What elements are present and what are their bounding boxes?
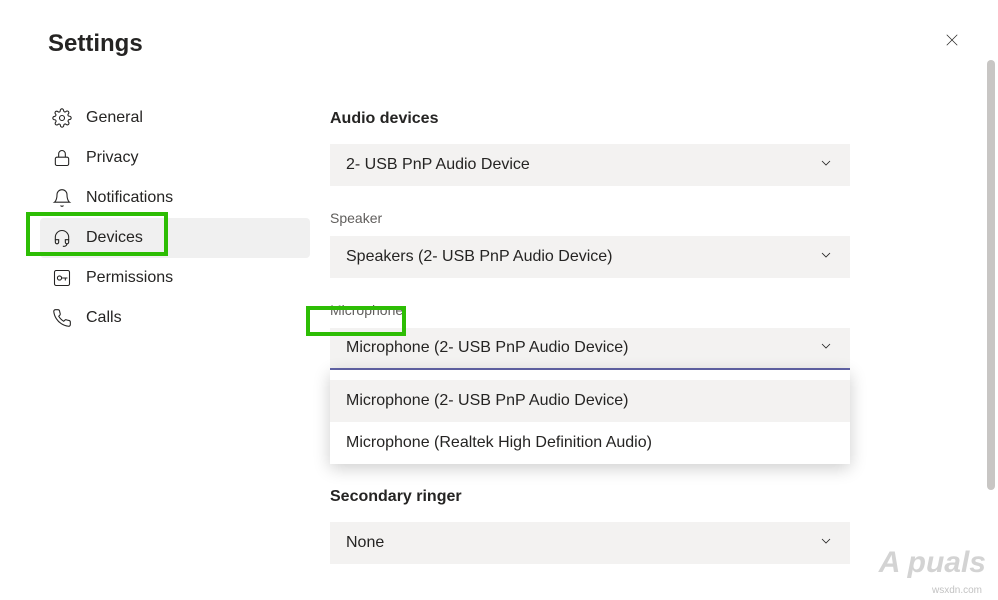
audio-devices-title: Audio devices <box>330 110 958 128</box>
sidebar-item-label: Permissions <box>86 269 173 287</box>
sidebar-item-label: Calls <box>86 309 122 327</box>
sidebar-item-general[interactable]: General <box>40 98 310 138</box>
sidebar-item-notifications[interactable]: Notifications <box>40 178 310 218</box>
sidebar-item-devices[interactable]: Devices <box>40 218 310 258</box>
chevron-down-icon <box>818 155 834 176</box>
microphone-label: Microphone <box>330 302 958 318</box>
chevron-down-icon <box>818 533 834 554</box>
secondary-ringer-value: None <box>346 534 384 552</box>
microphone-option[interactable]: Microphone (2- USB PnP Audio Device) <box>330 380 850 422</box>
chevron-down-icon <box>818 247 834 268</box>
microphone-value: Microphone (2- USB PnP Audio Device) <box>346 339 629 357</box>
sidebar-item-privacy[interactable]: Privacy <box>40 138 310 178</box>
audio-device-value: 2- USB PnP Audio Device <box>346 156 530 174</box>
sidebar-item-label: Privacy <box>86 149 138 167</box>
watermark-url: wsxdn.com <box>932 585 982 596</box>
microphone-options-list: Microphone (2- USB PnP Audio Device) Mic… <box>330 370 850 464</box>
speaker-label: Speaker <box>330 210 958 226</box>
sidebar-item-calls[interactable]: Calls <box>40 298 310 338</box>
headset-icon <box>52 228 72 248</box>
secondary-ringer-title: Secondary ringer <box>330 488 958 506</box>
scrollbar[interactable] <box>987 60 995 490</box>
sidebar-item-label: Notifications <box>86 189 173 207</box>
page-title: Settings <box>40 30 310 58</box>
bell-icon <box>52 188 72 208</box>
phone-icon <box>52 308 72 328</box>
secondary-ringer-select[interactable]: None <box>330 522 850 564</box>
gear-icon <box>52 108 72 128</box>
audio-device-select[interactable]: 2- USB PnP Audio Device <box>330 144 850 186</box>
sidebar-item-permissions[interactable]: Permissions <box>40 258 310 298</box>
lock-icon <box>52 148 72 168</box>
speaker-select[interactable]: Speakers (2- USB PnP Audio Device) <box>330 236 850 278</box>
key-icon <box>52 268 72 288</box>
microphone-option[interactable]: Microphone (Realtek High Definition Audi… <box>330 422 850 464</box>
microphone-select[interactable]: Microphone (2- USB PnP Audio Device) <box>330 328 850 370</box>
sidebar-item-label: General <box>86 109 143 127</box>
speaker-value: Speakers (2- USB PnP Audio Device) <box>346 248 613 266</box>
watermark: A puals <box>879 546 986 580</box>
sidebar-item-label: Devices <box>86 229 143 247</box>
close-button[interactable] <box>940 28 964 52</box>
chevron-down-icon <box>818 338 834 359</box>
